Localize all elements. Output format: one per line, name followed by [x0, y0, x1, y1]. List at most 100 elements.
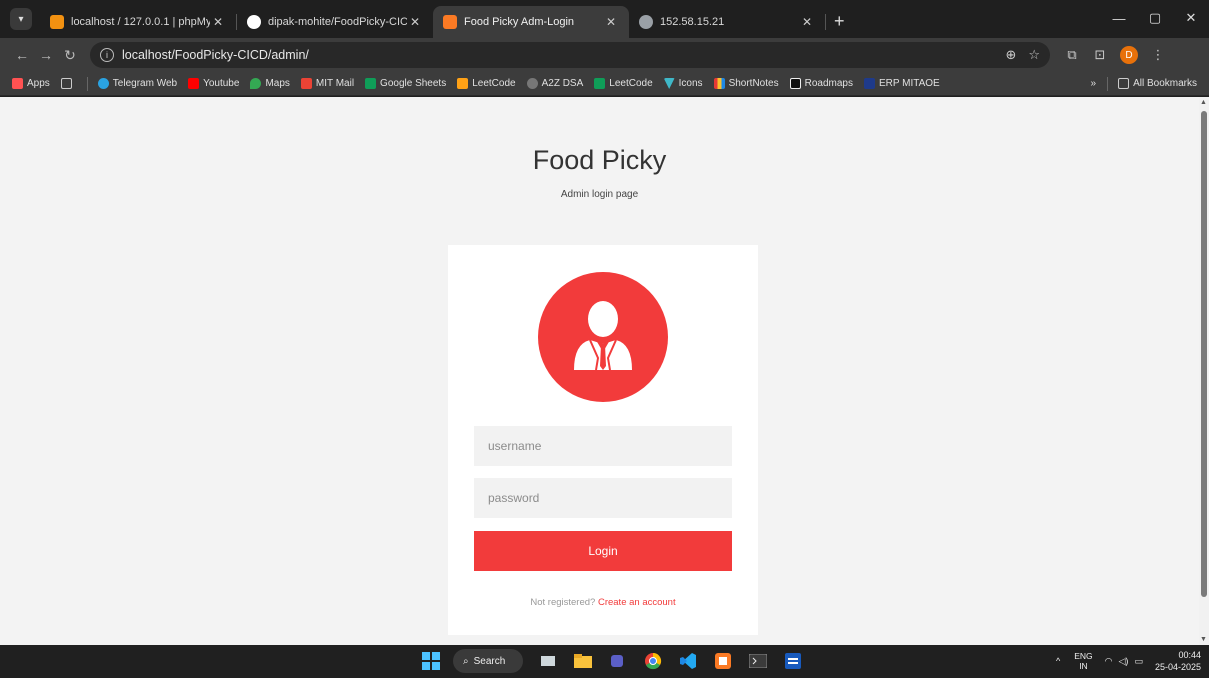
- tab-search-chevron-icon[interactable]: ▾: [10, 8, 32, 30]
- bookmark-label: Icons: [678, 78, 703, 89]
- bookmark-label: Google Sheets: [380, 78, 447, 89]
- search-icon: ⌕: [463, 655, 469, 667]
- bookmark-label: ERP MITAOE: [878, 78, 940, 89]
- browser-toolbar: ← → ↻ i localhost/FoodPicky-CICD/admin/ …: [0, 38, 1209, 72]
- extensions-icon[interactable]: ⧉: [1058, 47, 1086, 63]
- forward-arrow-icon[interactable]: →: [34, 47, 58, 63]
- bookmark-label: Roadmaps: [804, 78, 853, 89]
- profile-avatar[interactable]: D: [1120, 46, 1138, 64]
- bookmark-item[interactable]: Youtube: [188, 78, 239, 89]
- create-account-link[interactable]: Create an account: [598, 597, 676, 608]
- bookmark-label: Telegram Web: [112, 78, 178, 89]
- task-view-icon[interactable]: [535, 649, 561, 673]
- leetcode-icon: [457, 78, 469, 89]
- taskbar-apps: ⌕ Search: [418, 649, 815, 673]
- bookmark-label: LeetCode: [609, 78, 653, 89]
- page-title: Food Picky: [532, 145, 667, 175]
- bookmark-item[interactable]: MIT Mail: [300, 78, 355, 89]
- admin-user-icon: [538, 272, 668, 402]
- bookmark-item[interactable]: Telegram Web: [97, 78, 178, 89]
- bookmarks-overflow-button[interactable]: »: [1091, 78, 1097, 89]
- bookmark-grid[interactable]: [60, 78, 76, 89]
- tab-close-icon[interactable]: ✕: [603, 15, 619, 29]
- restore-icon[interactable]: ▢: [1137, 0, 1173, 36]
- tab-close-icon[interactable]: ✕: [210, 15, 226, 29]
- bookmark-item[interactable]: LeetCode: [457, 78, 516, 89]
- menu-kebab-icon[interactable]: ⋮: [1144, 47, 1172, 63]
- scroll-down-icon[interactable]: ▼: [1200, 636, 1207, 643]
- password-input[interactable]: [474, 478, 732, 518]
- page-subtitle: Admin login page: [560, 189, 639, 200]
- tab-title: dipak-mohite/FoodPicky-CICD: [268, 16, 407, 28]
- bookmark-item[interactable]: Google Sheets: [365, 78, 446, 89]
- scroll-up-icon[interactable]: ▲: [1200, 99, 1207, 106]
- tab-food-picky-login[interactable]: Food Picky Adm-Login ✕: [433, 6, 629, 38]
- toolbar-actions: ⧉ ⊡ D ⋮: [1058, 46, 1172, 64]
- tab-close-icon[interactable]: ✕: [407, 15, 423, 29]
- clock-time: 00:44: [1178, 650, 1201, 660]
- github-favicon-icon: [247, 15, 261, 29]
- file-explorer-icon[interactable]: [570, 649, 596, 673]
- terminal-icon[interactable]: [745, 649, 771, 673]
- sheets-icon: [365, 78, 377, 89]
- username-input[interactable]: [474, 426, 732, 466]
- all-bookmarks-button[interactable]: All Bookmarks: [1118, 78, 1197, 89]
- side-panel-icon[interactable]: ⊡: [1086, 47, 1114, 63]
- bookmark-item[interactable]: ShortNotes: [713, 78, 779, 89]
- new-tab-button[interactable]: +: [834, 11, 845, 32]
- bookmark-label: ShortNotes: [728, 78, 779, 89]
- tab-close-icon[interactable]: ✕: [799, 15, 815, 29]
- bookmark-item[interactable]: Icons: [663, 78, 703, 89]
- word-icon[interactable]: [780, 649, 806, 673]
- language-code: ENG: [1074, 651, 1093, 661]
- wifi-icon[interactable]: ◠: [1105, 656, 1113, 667]
- bookmark-apps[interactable]: Apps: [12, 78, 50, 89]
- reload-icon[interactable]: ↻: [58, 47, 82, 64]
- zoom-icon[interactable]: ⊕: [1005, 47, 1016, 63]
- address-bar[interactable]: i localhost/FoodPicky-CICD/admin/ ⊕ ☆: [90, 42, 1050, 68]
- back-arrow-icon[interactable]: ←: [10, 47, 34, 63]
- sheets-icon: [594, 78, 606, 89]
- vscode-icon[interactable]: [675, 649, 701, 673]
- volume-icon[interactable]: ◁): [1119, 656, 1129, 667]
- gmail-icon: [300, 78, 312, 89]
- scrollbar-thumb[interactable]: [1201, 111, 1207, 597]
- youtube-icon: [188, 78, 200, 89]
- close-window-icon[interactable]: ✕: [1173, 0, 1209, 36]
- bookmark-item[interactable]: A2Z DSA: [526, 78, 584, 89]
- bookmark-label: All Bookmarks: [1133, 78, 1197, 89]
- tab-ip-address[interactable]: 152.58.15.21 ✕: [629, 6, 825, 38]
- login-button[interactable]: Login: [474, 531, 732, 571]
- site-info-icon[interactable]: i: [100, 48, 114, 62]
- teams-icon[interactable]: [605, 649, 631, 673]
- windows-start-icon[interactable]: [418, 649, 444, 673]
- bookmark-separator: [1107, 76, 1109, 91]
- tab-title: localhost / 127.0.0.1 | phpMyAd: [71, 16, 210, 28]
- bookmark-item[interactable]: Roadmaps: [789, 78, 853, 89]
- language-indicator[interactable]: ENG IN: [1074, 651, 1092, 671]
- minimize-icon[interactable]: —: [1101, 0, 1137, 36]
- tab-github[interactable]: dipak-mohite/FoodPicky-CICD ✕: [237, 6, 433, 38]
- tab-phpmyadmin[interactable]: localhost / 127.0.0.1 | phpMyAd ✕: [40, 6, 236, 38]
- system-tray: ^ ENG IN ◠ ◁) ▭ 00:44 25-04-2025: [1056, 649, 1201, 673]
- taskbar-search[interactable]: ⌕ Search: [453, 649, 523, 673]
- bookmark-label: LeetCode: [472, 78, 516, 89]
- bookmark-label: Apps: [27, 78, 50, 89]
- xampp-icon[interactable]: [710, 649, 736, 673]
- bookmark-label: A2Z DSA: [541, 78, 584, 89]
- bookmark-item[interactable]: ERP MITAOE: [863, 78, 940, 89]
- chrome-icon[interactable]: [640, 649, 666, 673]
- bookmark-star-icon[interactable]: ☆: [1028, 47, 1040, 63]
- bookmark-item[interactable]: Maps: [250, 78, 290, 89]
- page-scrollbar[interactable]: ▲ ▼: [1199, 97, 1209, 645]
- tab-title: Food Picky Adm-Login: [464, 16, 575, 28]
- bookmarks-bar: Apps Telegram Web Youtube Maps MIT Mail …: [0, 72, 1209, 96]
- battery-icon[interactable]: ▭: [1134, 656, 1143, 667]
- bookmark-label: MIT Mail: [315, 78, 355, 89]
- clock[interactable]: 00:44 25-04-2025: [1155, 649, 1201, 673]
- bookmark-item[interactable]: LeetCode: [594, 78, 653, 89]
- address-url[interactable]: localhost/FoodPicky-CICD/admin/: [122, 48, 993, 62]
- tab-strip: ▾ localhost / 127.0.0.1 | phpMyAd ✕ dipa…: [0, 0, 1209, 38]
- tray-chevron-up-icon[interactable]: ^: [1056, 656, 1060, 666]
- notes-icon: [713, 78, 725, 89]
